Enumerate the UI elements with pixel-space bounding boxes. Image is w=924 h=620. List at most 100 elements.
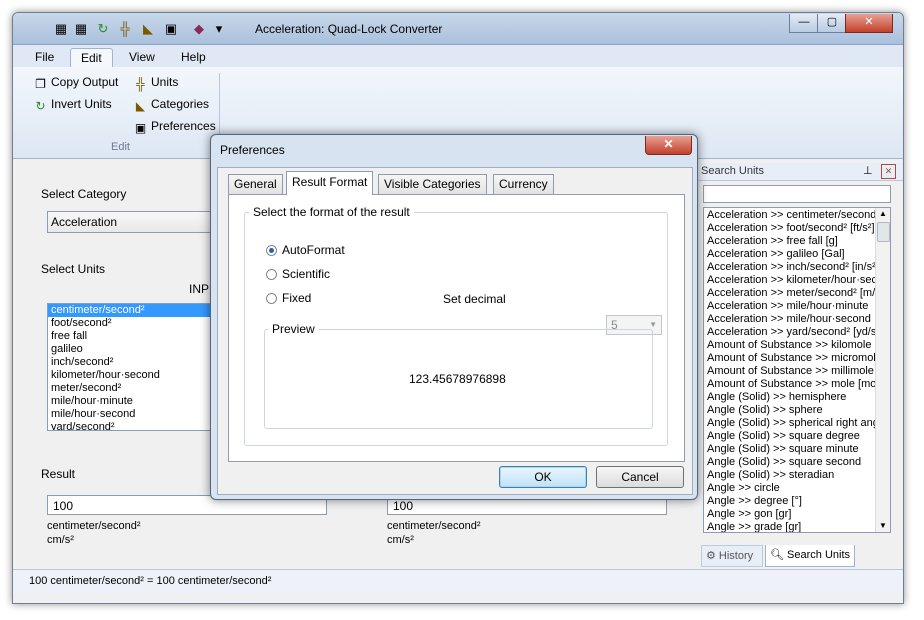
category-select[interactable]: Acceleration (47, 211, 223, 233)
list-item[interactable]: Acceleration >> meter/second² [m/s²] (704, 287, 876, 300)
copy-icon: ❐ (35, 77, 46, 91)
list-item[interactable]: Acceleration >> foot/second² [ft/s²] (704, 222, 876, 235)
tab-visible-categories[interactable]: Visible Categories (378, 174, 487, 194)
invert-icon: ↻ (35, 99, 46, 113)
list-item[interactable]: centimeter/second² (48, 304, 222, 317)
invert-icon[interactable]: ↻ (95, 21, 111, 37)
preferences-button[interactable]: ▣ Preferences (133, 119, 216, 136)
invert-units-button[interactable]: ↻ Invert Units (33, 97, 111, 114)
list-item[interactable]: Acceleration >> centimeter/second² (704, 209, 876, 222)
ok-button[interactable]: OK (499, 466, 587, 488)
tab-search-units[interactable]: 🔍︎ Search Units (765, 545, 855, 567)
list-item[interactable]: Acceleration >> mile/hour·second (704, 313, 876, 326)
window-title: Acceleration: Quad-Lock Converter (255, 22, 443, 36)
input-unit-symbol: cm/s² (47, 534, 74, 546)
dialog-title: Preferences (220, 143, 285, 157)
dialog-close-button[interactable]: ✕ (645, 136, 692, 155)
tab-file[interactable]: File (25, 48, 64, 67)
minimize-button[interactable]: — (789, 14, 819, 33)
list-item[interactable]: Amount of Substance >> millimole (704, 365, 876, 378)
history-icon: ⚙ (706, 550, 719, 562)
tab-result-format[interactable]: Result Format (286, 171, 374, 195)
cancel-button[interactable]: Cancel (596, 466, 684, 488)
list-item[interactable]: mile/hour·second (48, 408, 222, 421)
list-item[interactable]: Acceleration >> galileo [Gal] (704, 248, 876, 261)
list-item[interactable]: Acceleration >> free fall [g] (704, 235, 876, 248)
list-item[interactable]: Amount of Substance >> micromole (704, 352, 876, 365)
list-item[interactable]: kilometer/hour·second (48, 369, 222, 382)
calculator-icon[interactable]: ▦ (53, 21, 69, 37)
input-unit-name: centimeter/second² (47, 520, 141, 532)
panel-close-button[interactable]: ✕ (881, 164, 896, 179)
list-item[interactable]: foot/second² (48, 317, 222, 330)
tab-general[interactable]: General (228, 174, 283, 194)
format-group-title: Select the format of the result (249, 205, 414, 219)
pin-icon[interactable]: ⊥ (863, 164, 873, 177)
close-button[interactable]: ✕ (845, 14, 893, 33)
categories-button[interactable]: ◣ Categories (133, 97, 209, 114)
radio-autoformat[interactable]: AutoFormat (266, 243, 345, 257)
input-units-list[interactable]: centimeter/second² foot/second² free fall g… (47, 303, 223, 431)
search-panel-title: Search Units (701, 165, 764, 177)
units-icon[interactable]: ╬ (117, 21, 133, 37)
result-label: Result (41, 467, 76, 481)
status-bar: 100 centimeter/second² = 100 centimeter/… (13, 569, 903, 593)
scroll-down-icon[interactable]: ▼ (877, 520, 889, 532)
list-item[interactable]: free fall (48, 330, 222, 343)
preview-title: Preview (268, 322, 319, 336)
list-item[interactable]: Angle (Solid) >> square second (704, 456, 876, 469)
list-item[interactable]: galileo (48, 343, 222, 356)
book-icon[interactable]: ◆ (191, 21, 207, 37)
units-icon: ╬ (136, 77, 145, 91)
output-unit-name: centimeter/second² (387, 520, 481, 532)
preferences-dialog: Preferences ✕ General Result Format Visi… (210, 134, 698, 500)
list-item[interactable]: Acceleration >> mile/hour·minute (704, 300, 876, 313)
tab-view[interactable]: View (119, 48, 165, 67)
title-bar: ▦ ▦ ↻ ╬ ◣ ▣ ◆ ▾ Acceleration: Quad-Lock … (13, 13, 903, 45)
set-decimal-label: Set decimal (443, 292, 506, 306)
list-item[interactable]: Angle >> gon [gr] (704, 508, 876, 521)
list-item[interactable]: yard/second² (48, 421, 222, 430)
list-item[interactable]: Angle (Solid) >> hemisphere (704, 391, 876, 404)
scroll-thumb[interactable] (877, 222, 890, 242)
list-item[interactable]: meter/second² (48, 382, 222, 395)
tab-history[interactable]: ⚙ History (701, 545, 763, 567)
categories-icon: ◣ (135, 99, 146, 113)
list-item[interactable]: Angle >> grade [gr] (704, 521, 876, 532)
list-item[interactable]: Acceleration >> yard/second² [yd/s²] (704, 326, 876, 339)
search-input[interactable] (703, 185, 891, 203)
list-item[interactable]: Angle (Solid) >> sphere (704, 404, 876, 417)
scroll-up-icon[interactable]: ▲ (877, 208, 889, 220)
list-item[interactable]: Angle (Solid) >> steradian (704, 469, 876, 482)
list-item[interactable]: inch/second² (48, 356, 222, 369)
list-item[interactable]: Angle >> circle (704, 482, 876, 495)
list-item[interactable]: Angle (Solid) >> square degree (704, 430, 876, 443)
list-item[interactable]: Acceleration >> kilometer/hour·second (704, 274, 876, 287)
ribbon-tabs: File Edit View Help (13, 45, 903, 68)
list-item[interactable]: Angle (Solid) >> spherical right angle (704, 417, 876, 430)
radio-scientific[interactable]: Scientific (266, 267, 330, 281)
list-item[interactable]: Amount of Substance >> kilomole (704, 339, 876, 352)
units-button[interactable]: ╬ Units (133, 75, 178, 92)
tab-currency[interactable]: Currency (493, 174, 554, 194)
maximize-button[interactable]: ▢ (817, 14, 847, 33)
preview-value: 123.45678976898 (409, 372, 506, 386)
radio-dot (266, 293, 277, 304)
tab-help[interactable]: Help (171, 48, 216, 67)
list-item[interactable]: Amount of Substance >> mole [mol] (704, 378, 876, 391)
search-results-list[interactable]: Acceleration >> centimeter/second² Accele… (703, 207, 891, 533)
radio-fixed[interactable]: Fixed (266, 291, 311, 305)
list-item[interactable]: mile/hour·minute (48, 395, 222, 408)
copy-output-button[interactable]: ❐ Copy Output (33, 75, 118, 92)
dropdown-icon[interactable]: ▾ (211, 21, 227, 37)
search-results-scrollbar[interactable]: ▲ ▼ (875, 208, 890, 532)
list-item[interactable]: Angle (Solid) >> square minute (704, 443, 876, 456)
preferences-icon[interactable]: ▣ (163, 21, 179, 37)
list-item[interactable]: Acceleration >> inch/second² [in/s²] (704, 261, 876, 274)
table-icon[interactable]: ▦ (73, 21, 89, 37)
list-item[interactable]: Angle >> degree [°] (704, 495, 876, 508)
categories-icon[interactable]: ◣ (140, 21, 156, 37)
tab-edit[interactable]: Edit (70, 48, 113, 68)
radio-dot (266, 269, 277, 280)
select-category-label: Select Category (41, 187, 127, 201)
